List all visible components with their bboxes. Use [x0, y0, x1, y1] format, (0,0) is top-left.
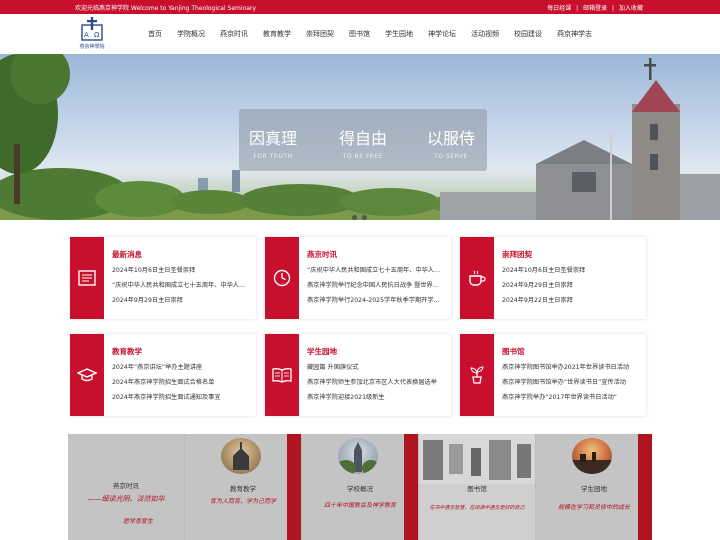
- news-item-link[interactable]: 燕京神学院举行纪念中国人民抗日战争 暨世界反法西斯战争: [307, 280, 445, 289]
- gallery-tile-news[interactable]: 燕京时讯 ——细读光阴、淡然如华 愿常恩爱生: [68, 434, 184, 540]
- hero-banner[interactable]: 因真理 FOR TRUTH 得自由 TO BE FREE 以服侍 TO SERV…: [0, 54, 720, 220]
- tile-calligraphy: 在书中遇见智慧，在阅读中遇见更好的自己: [429, 505, 525, 511]
- welcome-text: 欢迎光临燕京神学院 Welcome to Yanjing Theological…: [75, 5, 257, 12]
- svg-text:Ω: Ω: [94, 31, 100, 39]
- card-title[interactable]: 学生园地: [307, 346, 337, 357]
- card-title[interactable]: 图书馆: [502, 346, 525, 357]
- motto-panel: 因真理 FOR TRUTH 得自由 TO BE FREE 以服侍 TO SERV…: [239, 109, 487, 171]
- news-item-link[interactable]: 燕京神学院图书馆举办2021年世界读书日活动: [502, 362, 640, 371]
- tile-label: 燕京时讯: [113, 482, 139, 490]
- card-students: 学生园地 藏园篇 升国旗仪式 燕京神学院师生参加北京市区人大代表换届选举 燕京神…: [265, 334, 451, 416]
- tile-calligraphy: 育为人而育，学为己而学: [209, 498, 276, 505]
- top-bar: 欢迎光临燕京神学院 Welcome to Yanjing Theological…: [0, 0, 720, 14]
- news-item-link[interactable]: 2024年9月29日主日崇拜: [502, 280, 640, 289]
- gallery-tile-library[interactable]: 图书馆 在书中遇见智慧，在阅读中遇见更好的自己: [419, 434, 535, 540]
- news-item-link[interactable]: “庆祝中华人民共和国成立七十五周年、中华人民共和国成立: [307, 265, 445, 274]
- card-title[interactable]: 燕京时讯: [307, 249, 337, 260]
- top-links: 每日经课 | 邮箱登录 | 加入收藏: [544, 3, 643, 12]
- newspaper-icon: [70, 237, 104, 319]
- card-worship: 崇拜团契 2024年10月6日主日圣餐崇拜 2024年9月29日主日崇拜 202…: [460, 237, 646, 319]
- main-nav: 首页 学院概况 燕京时讯 教育教学 崇拜团契 图书馆 学生园地 神学论坛 活动视…: [148, 29, 607, 41]
- news-item-link[interactable]: 2024年“燕京讲坛”举办主题讲座: [112, 362, 250, 371]
- tile-calligraphy: 规模在学习和灵修中的成长: [557, 504, 630, 511]
- add-favorite-link[interactable]: 加入收藏: [619, 5, 643, 12]
- tile-calligraphy: 四十年中国教会及神学教育: [323, 502, 396, 509]
- church-photo: [221, 438, 261, 474]
- nav-library[interactable]: 图书馆: [349, 29, 370, 41]
- gallery-tile-students[interactable]: 学生园地 规模在学习和灵修中的成长: [536, 434, 652, 540]
- nav-forum[interactable]: 神学论坛: [428, 29, 456, 41]
- logo-text: 燕京神學院: [79, 44, 105, 50]
- card-latest-news: 最新消息 2024年10月6日主日圣餐崇拜 “庆祝中华人民共和国成立七十五周年、…: [70, 237, 256, 319]
- card-title[interactable]: 教育教学: [112, 346, 142, 357]
- tower-photo: [338, 438, 378, 474]
- logo[interactable]: A Ω 燕京神學院: [76, 16, 108, 52]
- card-library: 图书馆 燕京神学院图书馆举办2021年世界读书日活动 燕京神学院图书馆举办“世界…: [460, 334, 646, 416]
- card-education: 教育教学 2024年“燕京讲坛”举办主题讲座 2024年燕京神学院招生面试合格名…: [70, 334, 256, 416]
- news-item-link[interactable]: 2024年燕京神学院招生面试合格名单: [112, 377, 250, 386]
- clock-icon: [265, 237, 299, 319]
- news-item-link[interactable]: 2024年10月6日主日圣餐崇拜: [112, 265, 250, 274]
- tile-calligraphy-sub: 愿常恩爱生: [122, 518, 153, 525]
- news-item-link[interactable]: 2024年9月29日主日崇拜: [112, 295, 250, 304]
- tile-stripe: [404, 434, 418, 540]
- card-title[interactable]: 崇拜团契: [502, 249, 532, 260]
- book-icon: [265, 334, 299, 416]
- library-photo: [419, 434, 535, 484]
- tile-stripe: [638, 434, 652, 540]
- nav-journal[interactable]: 燕京神学志: [557, 29, 592, 41]
- nav-students[interactable]: 学生园地: [385, 29, 413, 41]
- card-title[interactable]: 最新消息: [112, 249, 142, 260]
- tile-stripe: [287, 434, 301, 540]
- separator: |: [576, 5, 579, 12]
- news-item-link[interactable]: 2024年9月22日主日崇拜: [502, 295, 640, 304]
- graduation-cap-icon: [70, 334, 104, 416]
- motto-serve: 以服侍 TO SERVE: [426, 129, 475, 160]
- nav-videos[interactable]: 活动视频: [471, 29, 499, 41]
- mail-login-link[interactable]: 邮箱登录: [583, 5, 607, 12]
- tile-calligraphy: ——细读光阴、淡然如华: [87, 495, 165, 503]
- svg-text:A: A: [84, 31, 89, 39]
- header: A Ω 燕京神學院 首页 学院概况 燕京时讯 教育教学 崇拜团契 图书馆 学生园…: [0, 14, 720, 54]
- nav-home[interactable]: 首页: [148, 29, 162, 41]
- news-item-link[interactable]: 2024年燕京神学院招生面试通知及事宜: [112, 392, 250, 401]
- card-yanjing-news: 燕京时讯 “庆祝中华人民共和国成立七十五周年、中华人民共和国成立 燕京神学院举行…: [265, 237, 451, 319]
- carousel-dot[interactable]: [362, 215, 367, 220]
- plant-icon: [460, 334, 494, 416]
- tile-label: 学生园地: [581, 485, 607, 493]
- seminary-emblem-icon: A Ω: [81, 17, 103, 41]
- news-item-link[interactable]: “庆祝中华人民共和国成立七十五周年、中华人民共和国成立七十五周年: [112, 280, 250, 289]
- carousel-dots: [352, 205, 372, 224]
- sunset-photo: [572, 438, 612, 474]
- page: 欢迎光临燕京神学院 Welcome to Yanjing Theological…: [0, 0, 720, 540]
- feature-gallery: 燕京时讯 ——细读光阴、淡然如华 愿常恩爱生 教育教学 育为人而育，学为己而学 …: [68, 434, 652, 540]
- news-item-link[interactable]: 燕京神学院迎接2021级新生: [307, 392, 445, 401]
- nav-news[interactable]: 燕京时讯: [220, 29, 248, 41]
- motto-free: 得自由 TO BE FREE: [338, 129, 387, 160]
- tile-label: 教育教学: [230, 485, 256, 493]
- nav-education[interactable]: 教育教学: [263, 29, 291, 41]
- nav-about[interactable]: 学院概况: [177, 29, 205, 41]
- cup-icon: [460, 237, 494, 319]
- nav-campus[interactable]: 校园建设: [514, 29, 542, 41]
- carousel-dot[interactable]: [352, 215, 357, 220]
- motto-truth: 因真理 FOR TRUTH: [248, 129, 297, 160]
- tile-label: 图书馆: [467, 485, 487, 493]
- daily-lectionary-link[interactable]: 每日经课: [547, 5, 571, 12]
- news-item-link[interactable]: 藏园篇 升国旗仪式: [307, 362, 445, 371]
- news-item-link[interactable]: 燕京神学院师生参加北京市区人大代表换届选举: [307, 377, 445, 386]
- gallery-tile-education[interactable]: 教育教学 育为人而育，学为己而学: [185, 434, 301, 540]
- nav-worship[interactable]: 崇拜团契: [306, 29, 334, 41]
- tile-label: 学校概况: [347, 485, 373, 493]
- news-item-link[interactable]: 燕京神学院举行2024-2025学年秋季学期开学典礼: [307, 295, 445, 304]
- separator: |: [612, 5, 615, 12]
- news-item-link[interactable]: 燕京神学院举办“2017年世界读书日活动”: [502, 392, 640, 401]
- news-item-link[interactable]: 燕京神学院图书馆举办“世界读书日”宣传活动: [502, 377, 640, 386]
- gallery-tile-about[interactable]: 学校概况 四十年中国教会及神学教育: [302, 434, 418, 540]
- news-item-link[interactable]: 2024年10月6日主日圣餐崇拜: [502, 265, 640, 274]
